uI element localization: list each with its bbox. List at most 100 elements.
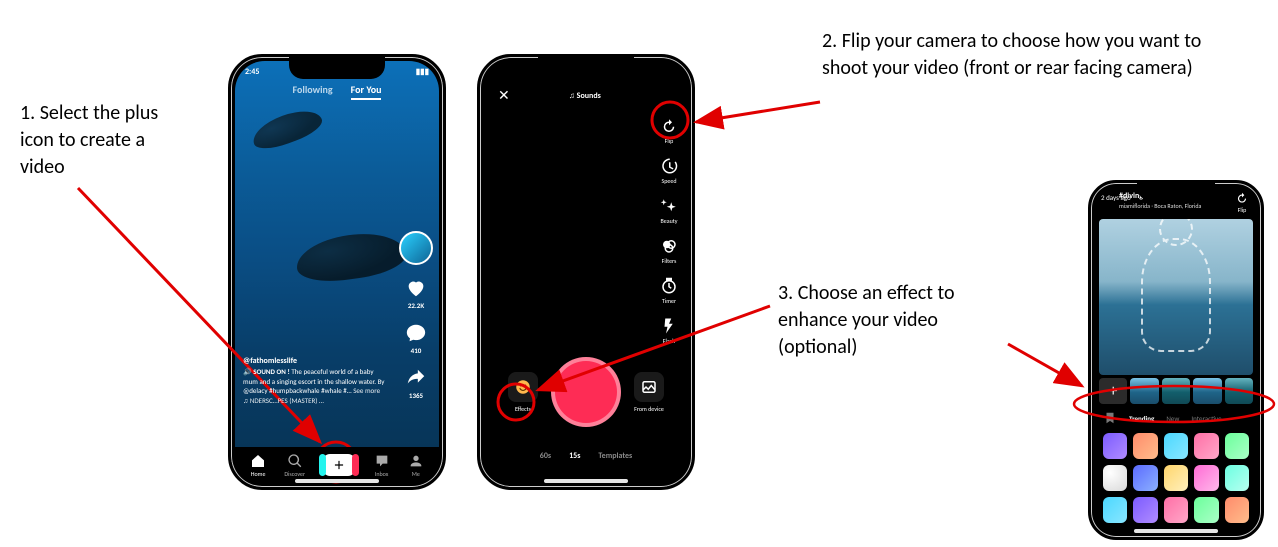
like-button[interactable]: 22.2K bbox=[405, 277, 427, 310]
effect-thumb[interactable] bbox=[1130, 378, 1158, 404]
tutorial-page: 1. Select the plus icon to create a vide… bbox=[0, 0, 1278, 547]
tool-timer[interactable]: Timer bbox=[660, 277, 678, 305]
phone-camera: ✕ ♫ Sounds Flip Speed Beauty bbox=[477, 54, 695, 490]
tool-speed[interactable]: Speed bbox=[660, 157, 678, 185]
effect-tile[interactable] bbox=[1133, 465, 1157, 491]
fx-tab-new[interactable]: New bbox=[1166, 414, 1179, 423]
effect-tile[interactable] bbox=[1225, 497, 1249, 523]
feed-right-rail: 22.2K 410 1365 bbox=[399, 231, 433, 400]
create-button[interactable] bbox=[323, 454, 355, 476]
effects-label: Effects bbox=[515, 405, 531, 413]
phone-notch bbox=[289, 57, 385, 79]
effect-tile[interactable] bbox=[1133, 497, 1157, 523]
effects-button[interactable]: Effects bbox=[508, 372, 538, 413]
effect-tile[interactable] bbox=[1194, 433, 1218, 459]
side-button bbox=[694, 187, 695, 247]
share-icon bbox=[405, 367, 427, 389]
camera-close[interactable]: ✕ bbox=[498, 87, 510, 104]
mode-15s[interactable]: 15s bbox=[569, 451, 580, 461]
caption-username[interactable]: @fathomlesslife bbox=[243, 356, 389, 367]
camera-modes: 60s 15s Templates bbox=[484, 451, 688, 461]
add-effect[interactable]: + bbox=[1099, 378, 1127, 404]
from-device-label: From device bbox=[634, 405, 664, 413]
tool-beauty[interactable]: Beauty bbox=[660, 197, 678, 225]
whale-shape bbox=[294, 227, 409, 286]
person-icon bbox=[408, 453, 424, 469]
tool-filters[interactable]: Filters bbox=[660, 237, 678, 265]
caption-see-more[interactable]: See more bbox=[353, 386, 380, 395]
whale-shape bbox=[249, 104, 326, 155]
recent-effects-row: + bbox=[1095, 375, 1257, 407]
effect-tile[interactable] bbox=[1225, 465, 1249, 491]
feed-tabs: Following For You bbox=[235, 83, 439, 100]
search-icon bbox=[287, 453, 303, 469]
tab-following[interactable]: Following bbox=[293, 83, 333, 100]
sounds-button[interactable]: ♫ Sounds bbox=[569, 91, 601, 101]
callout-step-2: 2. Flip your camera to choose how you wa… bbox=[822, 28, 1242, 82]
comment-button[interactable]: 410 bbox=[405, 322, 427, 355]
callout-step-1: 1. Select the plus icon to create a vide… bbox=[20, 100, 190, 181]
plus-icon bbox=[332, 458, 346, 472]
effect-tile[interactable] bbox=[1164, 465, 1188, 491]
phone-notch bbox=[1137, 183, 1215, 201]
effect-tile[interactable] bbox=[1133, 433, 1157, 459]
tab-for-you[interactable]: For You bbox=[351, 83, 382, 100]
effect-tile[interactable] bbox=[1194, 465, 1218, 491]
caption-sound[interactable]: ♫ NDERSC…PES (MASTER) … bbox=[243, 396, 389, 405]
mode-templates[interactable]: Templates bbox=[598, 451, 632, 461]
fx-tab-interactive[interactable]: Interactive bbox=[1191, 414, 1221, 423]
nav-discover[interactable]: Discover bbox=[284, 453, 305, 478]
effect-tile[interactable] bbox=[1103, 433, 1127, 459]
home-indicator bbox=[544, 479, 628, 483]
effect-tile[interactable] bbox=[1225, 433, 1249, 459]
side-button bbox=[477, 149, 478, 171]
side-button bbox=[228, 149, 229, 171]
effect-tile[interactable] bbox=[1103, 497, 1127, 523]
effect-tile[interactable] bbox=[1103, 465, 1127, 491]
camera-viewport: ✕ ♫ Sounds Flip Speed Beauty bbox=[484, 61, 688, 483]
effect-thumb[interactable] bbox=[1193, 378, 1221, 404]
nav-home[interactable]: Home bbox=[250, 453, 266, 478]
effect-grid bbox=[1095, 429, 1257, 533]
inbox-icon bbox=[374, 453, 390, 469]
tool-flip[interactable]: Flip bbox=[660, 117, 678, 145]
tool-speed-label: Speed bbox=[661, 177, 676, 185]
effect-tile[interactable] bbox=[1194, 497, 1218, 523]
fx-tool-flip[interactable]: Flip bbox=[1235, 191, 1249, 214]
feed-video[interactable]: 2:45 ▮▮▮ Following For You 22.2K bbox=[235, 61, 439, 447]
timer-icon bbox=[660, 277, 678, 295]
callout-step-3: 3. Choose an effect to enhance your vide… bbox=[778, 280, 1018, 361]
smiley-icon bbox=[514, 378, 532, 396]
record-button[interactable] bbox=[551, 357, 621, 427]
from-device-button[interactable]: From device bbox=[634, 372, 664, 413]
effect-thumb[interactable] bbox=[1225, 378, 1253, 404]
camera-side-tools: Flip Speed Beauty Filters bbox=[660, 117, 678, 345]
home-icon bbox=[250, 453, 266, 469]
nav-inbox[interactable]: Inbox bbox=[374, 453, 390, 478]
side-button bbox=[477, 229, 478, 269]
heart-icon bbox=[405, 277, 427, 299]
share-button[interactable]: 1365 bbox=[405, 367, 427, 400]
nav-discover-label: Discover bbox=[284, 470, 305, 478]
bookmark-icon[interactable] bbox=[1103, 411, 1117, 425]
nav-create[interactable] bbox=[323, 454, 355, 476]
side-button bbox=[228, 229, 229, 269]
phone-feed: 2:45 ▮▮▮ Following For You 22.2K bbox=[228, 54, 446, 490]
gallery-icon bbox=[640, 378, 658, 396]
effect-tile[interactable] bbox=[1164, 433, 1188, 459]
tool-flash[interactable]: Flash bbox=[660, 317, 678, 345]
creator-avatar[interactable] bbox=[399, 231, 433, 265]
effects-location[interactable]: miamiflorida · Boca Raton, Florida bbox=[1119, 202, 1201, 210]
side-button bbox=[477, 182, 478, 222]
live-preview[interactable] bbox=[1099, 219, 1253, 375]
phone-effects: 2 days ago #diving miamiflorida · Boca R… bbox=[1088, 180, 1264, 540]
mode-60s[interactable]: 60s bbox=[540, 451, 551, 461]
nav-me[interactable]: Me bbox=[408, 453, 424, 478]
camera-bottom-row: Effects From device bbox=[484, 357, 688, 427]
filters-icon bbox=[660, 237, 678, 255]
effect-tile[interactable] bbox=[1164, 497, 1188, 523]
comment-icon bbox=[405, 322, 427, 344]
effect-thumb[interactable] bbox=[1162, 378, 1190, 404]
fx-tab-trending[interactable]: Trending bbox=[1129, 414, 1154, 423]
camera-top-bar: ✕ ♫ Sounds bbox=[484, 87, 688, 104]
